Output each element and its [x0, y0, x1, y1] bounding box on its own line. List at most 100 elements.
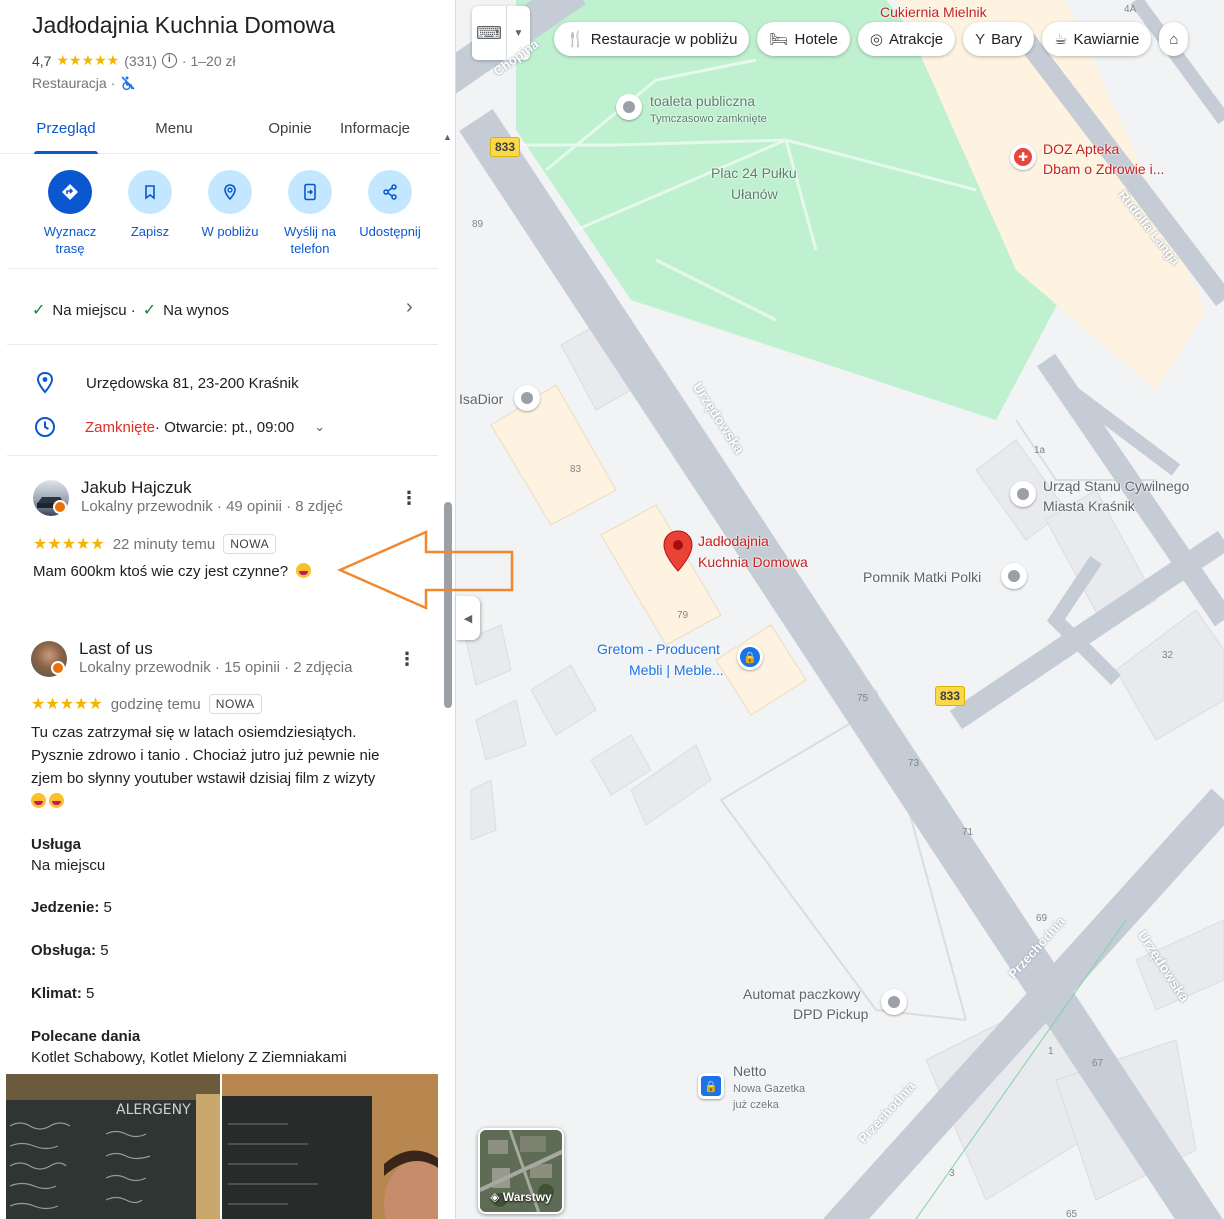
house-number: 32 — [1162, 650, 1174, 661]
chip-cafes[interactable]: ☕ Kawiarnie — [1041, 22, 1152, 56]
place-category[interactable]: Restauracja · — [32, 75, 115, 91]
selected-place-pin-icon[interactable] — [663, 530, 693, 572]
store-pin-icon[interactable] — [514, 385, 540, 411]
emoji-icon — [49, 793, 64, 808]
category-row: Restauracja · — [32, 75, 136, 91]
directions-button[interactable]: Wyznacz trasę — [30, 170, 110, 257]
more-options-icon[interactable]: ⋮ — [398, 650, 416, 668]
review-time: godzinę temu — [110, 695, 201, 713]
layers-button[interactable]: ◈ Warstwy — [478, 1128, 564, 1214]
share-icon — [383, 184, 397, 200]
send-to-phone-button[interactable]: Wyślij na telefon — [270, 170, 350, 257]
panel-scrollbar[interactable]: ▲ — [441, 130, 455, 1219]
tab-reviews[interactable]: Opinie — [266, 108, 314, 153]
review-text-line: zjem bo słynny youtuber wstawił dzisiaj … — [31, 770, 376, 787]
rating-row: 4,7 ★★★★★ (331) i · 1–20 zł — [32, 52, 236, 69]
scroll-up-icon[interactable]: ▲ — [443, 132, 452, 142]
bed-icon: 🛏 — [769, 31, 789, 48]
selected-place-label-2[interactable]: Kuchnia Domowa — [698, 552, 808, 572]
send-to-phone-label: Wyślij na telefon — [284, 224, 336, 256]
review-photo[interactable]: ALERGENY — [6, 1074, 220, 1219]
attr-label: Klimat: — [31, 985, 82, 1002]
shopping-pin-icon[interactable]: 🔒 — [737, 644, 763, 670]
park-name-2[interactable]: Ułanów — [731, 184, 778, 204]
category-chips: 🍴 Restauracje w pobliżu 🛏 Hotele ◎ Atrakcje… — [554, 22, 1189, 56]
poi-toaleta-sub: Tymczasowo zamknięte — [650, 113, 767, 125]
chevron-right-icon[interactable]: › — [406, 296, 413, 319]
poi-netto[interactable]: Netto — [733, 1061, 766, 1081]
chip-label: Kawiarnie — [1073, 30, 1140, 48]
poi-urzad-2[interactable]: Miasta Kraśnik — [1043, 496, 1135, 516]
house-number: 1 — [1048, 1046, 1054, 1057]
review-photo[interactable] — [222, 1074, 438, 1219]
attr-value: 5 — [100, 942, 109, 959]
tab-about[interactable]: Informacje — [340, 108, 420, 153]
review-rating-row: ★★★★★ 22 minuty temu NOWA — [33, 534, 277, 554]
chip-label: Hotele — [794, 30, 838, 48]
share-button[interactable]: Udostępnij — [350, 170, 430, 257]
review-text-line: Pysznie zdrowo i tanio . Chociaż jutro j… — [31, 747, 380, 764]
map-canvas[interactable]: ⌨ ▼ 🍴 Restauracje w pobliżu 🛏 Hotele ◎ Atra… — [456, 0, 1224, 1219]
service-options[interactable]: ✓ Na miejscu · ✓ Na wynos — [32, 300, 229, 320]
review-count[interactable]: (331) — [124, 53, 157, 69]
reviewer-meta: Lokalny przewodnik · 15 opinii · 2 zdjęc… — [79, 659, 353, 676]
nearby-button[interactable]: W pobliżu — [190, 170, 270, 257]
house-number: 71 — [962, 827, 974, 838]
attr-value: Na miejscu — [31, 857, 106, 874]
info-icon[interactable]: i — [161, 53, 177, 68]
poi-dpd-2[interactable]: DPD Pickup — [793, 1004, 868, 1024]
park-name-1[interactable]: Plac 24 Pułku — [711, 163, 797, 183]
route-badge: 833 — [490, 137, 521, 157]
pharmacy-pin-icon[interactable]: ✚ — [1010, 144, 1036, 170]
rating-stars: ★★★★★ — [56, 52, 120, 68]
more-options-icon[interactable]: ⋮ — [400, 489, 418, 507]
layers-text: Warstwy — [502, 1190, 552, 1204]
takeaway-label: Na wynos — [163, 301, 230, 319]
selected-place-label-1[interactable]: Jadłodajnia — [698, 531, 769, 551]
reviewer-name[interactable]: Jakub Hajczuk — [81, 478, 192, 498]
poi-dpd-1[interactable]: Automat paczkowy — [743, 984, 861, 1004]
keyboard-icon: ⌨ — [476, 22, 502, 43]
directions-label: Wyznacz trasę — [43, 224, 97, 256]
attr-value: Kotlet Schabowy, Kotlet Mielony Z Ziemni… — [31, 1049, 347, 1066]
reviewer-name[interactable]: Last of us — [79, 639, 153, 659]
toilet-pin-icon[interactable] — [616, 94, 642, 120]
attr-label: Obsługa: — [31, 942, 97, 959]
attr-row: Obsługa: 5 — [31, 942, 109, 959]
monument-pin-icon[interactable] — [1001, 563, 1027, 589]
chevron-down-icon[interactable]: ⌄ — [314, 419, 325, 435]
tab-menu[interactable]: Menu — [154, 108, 194, 153]
hours-row[interactable]: Zamknięte · Otwarcie: pt., 09:00 ⌄ — [34, 416, 325, 438]
camera-icon: ◎ — [869, 31, 883, 48]
action-buttons: Wyznacz trasę Zapisz W pobliżu Wyślij na… — [30, 170, 440, 257]
chip-hotels[interactable]: 🛏 Hotele — [757, 22, 850, 56]
address-row[interactable]: Urzędowska 81, 23-200 Kraśnik — [34, 372, 299, 394]
save-button[interactable]: Zapisz — [110, 170, 190, 257]
poi-gretom-1[interactable]: Gretom - Producent — [597, 639, 720, 659]
parcel-locker-pin-icon[interactable] — [881, 989, 907, 1015]
divider — [7, 268, 438, 269]
poi-gretom-2[interactable]: Mebli | Meble... — [629, 660, 724, 680]
chalkboard-photo: ALERGENY — [6, 1074, 220, 1219]
tab-overview[interactable]: Przegląd — [34, 108, 98, 154]
netto-shop-pin-icon[interactable]: 🔒 — [698, 1073, 724, 1099]
scroll-thumb[interactable] — [444, 502, 452, 708]
chip-restaurants[interactable]: 🍴 Restauracje w pobliżu — [554, 22, 750, 56]
collapse-panel-button[interactable]: ◀ — [456, 596, 480, 640]
poi-doz-2[interactable]: Dbam o Zdrowie i... — [1043, 159, 1164, 179]
chip-more[interactable]: ⌂ — [1159, 22, 1189, 56]
poi-pomnik[interactable]: Pomnik Matki Polki — [863, 567, 981, 587]
chalk-heading: ALERGENY — [116, 1102, 191, 1118]
layers-icon: ◈ — [490, 1190, 503, 1204]
government-pin-icon[interactable] — [1010, 481, 1036, 507]
fork-knife-icon: 🍴 — [566, 31, 585, 48]
house-number: 79 — [677, 610, 689, 621]
chip-bars[interactable]: Y Bary — [963, 22, 1034, 56]
poi-isadior[interactable]: IsaDior — [459, 389, 503, 409]
poi-urzad-1[interactable]: Urząd Stanu Cywilnego — [1043, 476, 1189, 496]
chip-attractions[interactable]: ◎ Atrakcje — [857, 22, 956, 56]
poi-doz-1[interactable]: DOZ Apteka — [1043, 139, 1119, 159]
poi-cukiernia[interactable]: Cukiernia Mielnik — [880, 2, 987, 22]
hours-status: Zamknięte — [85, 418, 156, 436]
poi-toaleta[interactable]: toaleta publiczna — [650, 91, 755, 111]
